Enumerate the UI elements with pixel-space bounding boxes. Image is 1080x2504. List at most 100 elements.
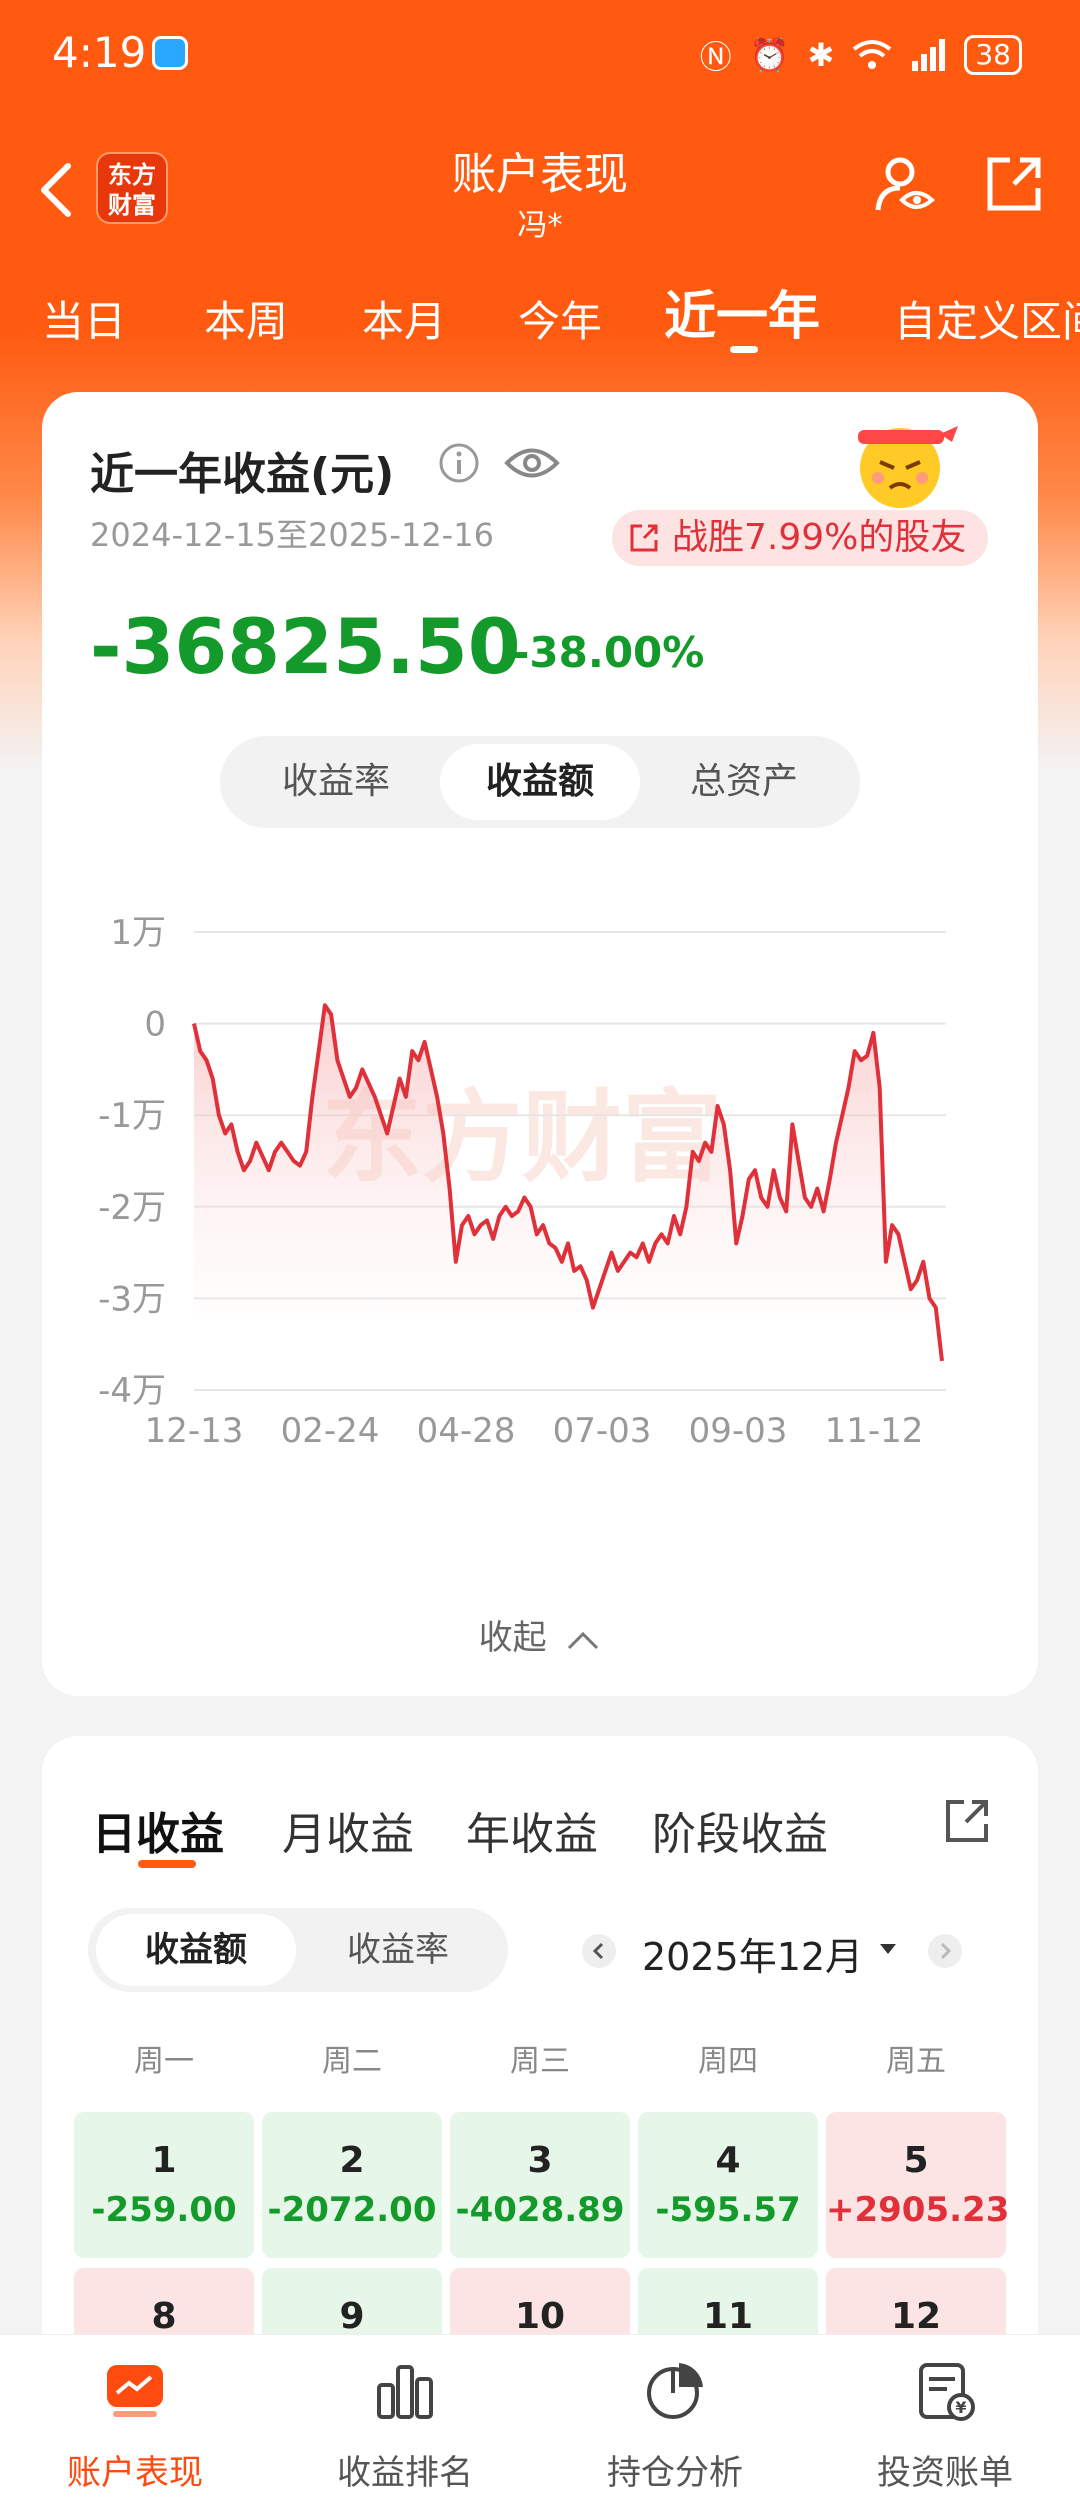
daily-metric-segment: 收益额 收益率 — [88, 1908, 508, 1992]
day-profit: -595.57 — [655, 2190, 801, 2230]
eye-icon[interactable] — [504, 442, 560, 484]
month-selector[interactable]: 2025年12月 — [642, 1926, 863, 1981]
y-tick-label: 1万 — [110, 913, 166, 953]
segment-total-assets[interactable]: 总资产 — [644, 744, 844, 820]
nav-profit-ranking[interactable]: 收益排名 — [270, 2335, 540, 2504]
chevron-up-icon — [568, 1631, 599, 1649]
user-privacy-icon[interactable] — [872, 154, 936, 218]
profit-line-chart[interactable]: 东方财富 1万0-1万-2万-3万-4万 12-13 02-24 04-28 07-0… — [42, 862, 1038, 1462]
y-tick-label: -1万 — [98, 1096, 166, 1136]
share-icon[interactable] — [984, 154, 1044, 214]
day-profit: -2072.00 — [267, 2190, 437, 2230]
tab-today[interactable]: 当日 — [42, 288, 126, 349]
bluetooth-icon: ✱ — [807, 36, 835, 74]
tab-last-year[interactable]: 近一年 — [664, 274, 820, 349]
tab-monthly-profit[interactable]: 月收益 — [282, 1798, 414, 1862]
day-number: 11 — [702, 2296, 754, 2337]
message-notification-icon — [152, 36, 188, 70]
nav-investment-bill[interactable]: ¥ 投资账单 — [810, 2335, 1080, 2504]
alarm-icon: ⏰ — [749, 36, 790, 74]
y-tick-label: 0 — [144, 1005, 166, 1045]
day-number: 4 — [715, 2140, 741, 2181]
nav-label: 账户表现 — [67, 2453, 203, 2493]
profit-percent: -38.00% — [512, 628, 705, 677]
tab-month[interactable]: 本月 — [362, 288, 446, 349]
collapse-chart-button[interactable]: 收起 — [42, 1610, 1038, 1659]
weekday-label: 周五 — [886, 2044, 946, 2079]
day-number: 10 — [514, 2296, 566, 2337]
active-tab-indicator — [138, 1860, 196, 1868]
tab-yearly-profit[interactable]: 年收益 — [466, 1798, 598, 1862]
nav-label: 投资账单 — [877, 2453, 1013, 2493]
segment-amount[interactable]: 收益额 — [96, 1914, 296, 1986]
x-tick-label: 09-03 — [689, 1411, 788, 1451]
nav-label: 持仓分析 — [607, 2453, 743, 2493]
day-number: 8 — [151, 2296, 177, 2337]
calendar-day[interactable]: 5 +2905.23 — [826, 2112, 1010, 2258]
metric-segment-control: 收益率 收益额 总资产 — [220, 736, 860, 828]
profit-amount: -36825.50 — [90, 602, 521, 691]
bottom-nav: 账户表现 收益排名 持仓分析 ¥ 投资账单 — [0, 2334, 1080, 2504]
info-icon[interactable] — [438, 442, 480, 484]
bar-ranking-icon — [377, 2365, 433, 2419]
weekday-label: 周一 — [134, 2044, 194, 2079]
day-number: 3 — [527, 2140, 553, 2181]
tab-period-profit[interactable]: 阶段收益 — [652, 1798, 828, 1862]
y-tick-label: -4万 — [98, 1371, 166, 1411]
x-tick-label: 04-28 — [417, 1411, 516, 1451]
segment-rate[interactable]: 收益率 — [298, 1914, 498, 1986]
calendar-day[interactable]: 4 -595.57 — [638, 2112, 818, 2258]
chart-screen-icon — [107, 2365, 163, 2417]
tab-ytd[interactable]: 今年 — [518, 288, 602, 349]
day-number: 2 — [339, 2140, 365, 2181]
summary-card: 近一年收益(元) 2024-12-15至2025-12-16 战胜7.99%的股… — [42, 392, 1038, 1696]
weekday-label: 周二 — [322, 2044, 382, 2079]
day-number: 12 — [890, 2296, 942, 2337]
day-profit: +2905.23 — [826, 2190, 1010, 2230]
dropdown-caret-icon[interactable] — [878, 1942, 898, 1956]
segment-return-rate[interactable]: 收益率 — [236, 744, 436, 820]
wifi-icon — [853, 40, 892, 69]
calendar-day[interactable]: 3 -4028.89 — [450, 2112, 630, 2258]
beat-users-text: 战胜7.99%的股友 — [672, 517, 967, 558]
tab-daily-profit[interactable]: 日收益 — [92, 1798, 224, 1862]
weekday-label: 周四 — [698, 2044, 758, 2079]
y-tick-label: -3万 — [98, 1279, 166, 1319]
nav-account-performance[interactable]: 账户表现 — [0, 2335, 270, 2504]
next-month-icon[interactable] — [928, 1934, 962, 1968]
day-number: 1 — [151, 2140, 177, 2181]
day-number: 9 — [339, 2296, 365, 2337]
pie-chart-icon — [647, 2363, 703, 2419]
mascot-icon — [858, 426, 958, 508]
x-tick-label: 12-13 — [145, 1411, 244, 1451]
beat-users-badge[interactable]: 战胜7.99%的股友 — [612, 510, 989, 566]
period-tabs: 当日 本周 本月 今年 近一年 自定义区间 — [0, 270, 1080, 353]
status-icons: Ⓝ ⏰ ✱ 38 — [700, 32, 1022, 78]
weekday-label: 周三 — [510, 2044, 570, 2079]
tab-week[interactable]: 本周 — [204, 288, 288, 349]
calendar-day[interactable]: 1 -259.00 — [74, 2112, 254, 2258]
status-bar: 4:19 Ⓝ ⏰ ✱ 38 — [0, 0, 1080, 110]
active-tab-indicator — [730, 346, 758, 353]
x-tick-label: 02-24 — [281, 1411, 380, 1451]
svg-text:¥: ¥ — [955, 2398, 966, 2417]
previous-month-icon[interactable] — [582, 1934, 616, 1968]
tab-custom-range[interactable]: 自定义区间 — [894, 288, 1080, 349]
summary-title: 近一年收益(元) — [90, 449, 395, 500]
battery-indicator: 38 — [964, 35, 1022, 75]
segment-return-amount[interactable]: 收益额 — [440, 744, 640, 820]
day-number: 5 — [903, 2140, 929, 2181]
bill-icon: ¥ — [919, 2363, 975, 2421]
export-icon[interactable] — [942, 1796, 992, 1846]
collapse-label: 收起 — [478, 1618, 547, 1658]
calendar-day[interactable]: 2 -2072.00 — [262, 2112, 442, 2258]
date-range: 2024-12-15至2025-12-16 — [90, 516, 494, 554]
weekday-header: 周一 周二 周三 周四 周五 — [74, 2036, 1006, 2079]
nav-label: 收益排名 — [337, 2453, 473, 2493]
signal-icon — [912, 39, 946, 71]
day-profit: -4028.89 — [455, 2190, 625, 2230]
nfc-icon: Ⓝ — [699, 38, 732, 76]
status-time: 4:19 — [52, 28, 147, 77]
nav-holdings-analysis[interactable]: 持仓分析 — [540, 2335, 810, 2504]
share-badge-icon — [630, 524, 658, 552]
